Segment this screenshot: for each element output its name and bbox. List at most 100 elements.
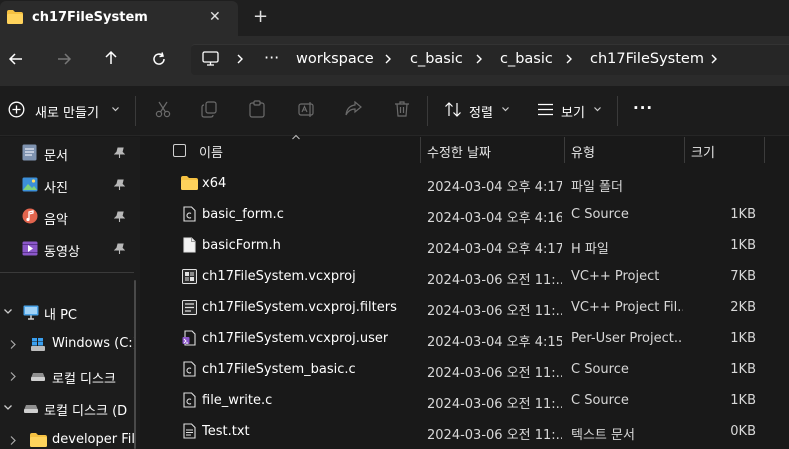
chevron-right-icon[interactable] [9, 339, 17, 350]
file-date: 2024-03-06 오전 11:... [427, 428, 562, 443]
column-divider[interactable] [684, 137, 685, 163]
breadcrumb-overflow[interactable]: ··· [264, 48, 279, 67]
file-date: 2024-03-04 오후 4:17 [427, 180, 562, 195]
paste-icon[interactable] [249, 100, 265, 118]
sort-ascending-icon [291, 134, 301, 141]
file-type: VC++ Project [571, 269, 660, 284]
file-date: 2024-03-06 오전 11:... [427, 397, 562, 412]
file-row[interactable]: ch17FileSystem.vcxproj.filters 2024-03-0… [150, 294, 789, 322]
column-divider[interactable] [420, 137, 421, 163]
new-button-label: 새로 만들기 [35, 106, 99, 121]
close-tab-icon[interactable]: ✕ [209, 9, 221, 25]
file-date: 2024-03-04 오후 4:16 [427, 211, 562, 226]
file-row[interactable]: ch17FileSystem.vcxproj 2024-03-06 오전 11:… [150, 263, 789, 291]
sort-button[interactable]: 정렬 [444, 100, 514, 121]
chevron-right-icon[interactable] [9, 371, 17, 382]
new-button[interactable]: 새로 만들기 [8, 100, 126, 121]
file-size: 1KB [730, 362, 756, 377]
select-all-checkbox[interactable] [173, 144, 186, 157]
chevron-right-icon[interactable] [9, 435, 17, 446]
drive-icon [30, 372, 46, 382]
chevron-right-icon[interactable] [235, 52, 245, 66]
file-size: 1KB [730, 207, 756, 222]
refresh-icon[interactable] [151, 51, 167, 67]
vcxproj-icon [182, 269, 197, 284]
chevron-right-icon[interactable] [709, 52, 719, 66]
sidebar-item-local-disk[interactable]: 로컬 디스크 [0, 367, 134, 387]
file-type: VC++ Project Fil... [571, 300, 683, 315]
sidebar-item-developer-folder[interactable]: developer Fil [0, 431, 134, 449]
file-type: C Source [571, 362, 629, 377]
sidebar-item-label: 로컬 디스크 [52, 372, 116, 387]
more-options-icon[interactable]: ··· [633, 99, 653, 117]
file-row[interactable]: basicForm.h 2024-03-04 오후 4:17 H 파일 1KB [150, 232, 789, 260]
file-row[interactable]: Test.txt 2024-03-06 오전 11:... 텍스트 문서 0KB [150, 418, 789, 446]
breadcrumb-item-workspace[interactable]: workspace [296, 51, 374, 67]
pin-icon[interactable] [114, 211, 125, 223]
copy-icon[interactable] [201, 101, 217, 118]
file-type: 파일 폴더 [571, 180, 623, 195]
pc-icon [202, 51, 219, 67]
column-header-date[interactable]: 수정한 날짜 [427, 142, 491, 161]
file-name: ch17FileSystem.vcxproj.filters [202, 300, 397, 315]
file-size: 7KB [730, 269, 756, 284]
file-date: 2024-03-04 오후 4:17 [427, 242, 562, 257]
c-source-icon [183, 392, 196, 408]
sidebar-scrollbar[interactable] [134, 280, 136, 449]
sidebar-item-this-pc[interactable]: 내 PC [0, 303, 134, 323]
column-header-type[interactable]: 유형 [571, 142, 595, 161]
folder-icon [30, 433, 47, 447]
file-row[interactable]: ch17FileSystem.vcxproj.user 2024-03-04 오… [150, 325, 789, 353]
sidebar-item-drive-c[interactable]: Windows (C:) [0, 335, 134, 355]
sidebar-item-local-disk-d[interactable]: 로컬 디스크 (D [0, 399, 134, 419]
new-tab-button[interactable]: + [253, 6, 268, 27]
forward-arrow-icon[interactable] [56, 51, 72, 67]
file-name: ch17FileSystem.vcxproj.user [202, 331, 389, 346]
windows-drive-icon [30, 337, 46, 352]
chevron-right-icon[interactable] [474, 52, 484, 66]
breadcrumb-item-c-basic[interactable]: c_basic [410, 51, 463, 67]
column-divider[interactable] [764, 137, 765, 163]
breadcrumb-item-c-basic-2[interactable]: c_basic [500, 51, 553, 67]
pin-icon[interactable] [114, 147, 125, 159]
pin-icon[interactable] [114, 243, 125, 255]
videos-icon [22, 241, 38, 256]
breadcrumb-item-current[interactable]: ch17FileSystem [590, 51, 704, 67]
chevron-right-icon[interactable] [383, 52, 393, 66]
sidebar-item-label: 로컬 디스크 (D [44, 404, 128, 419]
file-row[interactable]: file_write.c 2024-03-06 오전 11:... C Sour… [150, 387, 789, 415]
file-name: ch17FileSystem_basic.c [202, 362, 356, 377]
share-icon[interactable] [345, 101, 362, 117]
file-row[interactable]: x64 2024-03-04 오후 4:17 파일 폴더 [150, 170, 789, 198]
column-header-name[interactable]: 이름 [199, 142, 223, 161]
pin-icon[interactable] [114, 179, 125, 191]
file-name: ch17FileSystem.vcxproj [202, 269, 356, 284]
plus-circle-icon [8, 101, 25, 118]
chevron-down-icon[interactable] [3, 308, 13, 316]
file-row[interactable]: ch17FileSystem_basic.c 2024-03-06 오전 11:… [150, 356, 789, 384]
documents-icon [22, 144, 37, 161]
file-row[interactable]: basic_form.c 2024-03-04 오후 4:16 C Source… [150, 201, 789, 229]
cut-icon[interactable] [155, 101, 171, 118]
file-date: 2024-03-06 오전 11:... [427, 366, 562, 381]
file-type: C Source [571, 393, 629, 408]
rename-icon[interactable] [298, 101, 316, 118]
column-header-size[interactable]: 크기 [691, 142, 715, 161]
column-divider[interactable] [564, 137, 565, 163]
music-icon [22, 208, 38, 224]
back-arrow-icon[interactable] [8, 51, 24, 67]
chevron-down-icon [111, 106, 120, 113]
up-arrow-icon[interactable] [103, 50, 119, 66]
delete-icon[interactable] [394, 100, 410, 118]
file-date: 2024-03-04 오후 4:15 [427, 335, 562, 350]
sort-button-label: 정렬 [469, 106, 493, 121]
sidebar-divider [0, 272, 134, 273]
chevron-right-icon[interactable] [564, 52, 574, 66]
file-name: basicForm.h [202, 238, 281, 253]
chevron-down-icon[interactable] [3, 404, 13, 412]
view-list-icon [537, 103, 554, 116]
view-button[interactable]: 보기 [537, 100, 607, 121]
pictures-icon [22, 177, 38, 192]
c-source-icon [183, 206, 196, 222]
sidebar-item-label: 내 PC [44, 308, 78, 323]
